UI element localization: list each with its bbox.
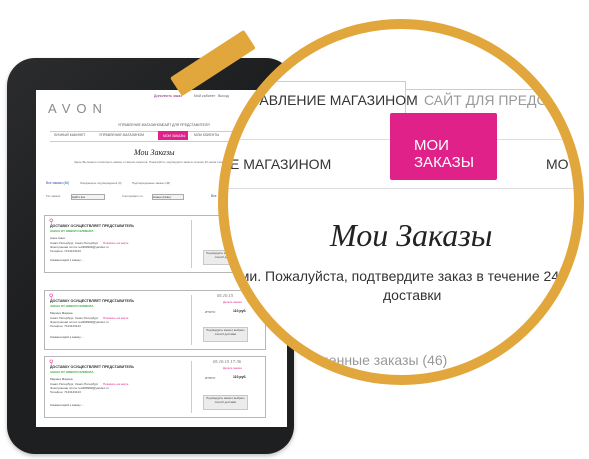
client-name: Марина Марина bbox=[50, 311, 73, 315]
order-comment: Комментарий к заказу: - bbox=[50, 403, 84, 407]
type-select[interactable]: Найти все bbox=[71, 194, 105, 200]
type-label: Тип заказа: bbox=[46, 194, 61, 198]
confirm-order-button[interactable]: Подтвердить заказ и выбрать способ доста… bbox=[203, 395, 248, 410]
order-date: 05.10.15 17:36 bbox=[213, 359, 241, 364]
order-total: 110 руб. bbox=[233, 375, 247, 379]
order-new-client: ЗАКАЗ ОТ НОВОГО КЛИЕНТА bbox=[50, 229, 94, 233]
sort-label: Сортировать по: bbox=[122, 194, 144, 198]
order-details-link[interactable]: Детали заказа bbox=[223, 367, 242, 370]
order-total: 110 руб. bbox=[233, 309, 247, 313]
total-label: ИТОГО: bbox=[205, 376, 216, 380]
order-card: ⚲ ДОСТАВКУ ОСУЩЕСТВЛЯЕТ ПРЕДСТАВИТЕЛЬ ЗА… bbox=[44, 356, 266, 418]
type-select-value: Найти все bbox=[72, 195, 86, 199]
client-name: Анна Анна bbox=[50, 236, 65, 240]
subtab-rep-site[interactable]: САЙТ ДЛЯ ПРЕДСТАВИТЕЛЯ bbox=[162, 123, 210, 127]
magnified-confirmed-link[interactable]: твержденные заказы (46) bbox=[282, 353, 447, 367]
card-divider bbox=[191, 361, 192, 413]
tab-my-orders[interactable]: МОИ ЗАКАЗЫ bbox=[158, 131, 188, 140]
filter-confirmed[interactable]: Подтвержденные заказы (46) bbox=[132, 182, 170, 185]
filter-pending[interactable]: Ожидающие подтверждения (0) bbox=[80, 182, 121, 185]
client-name: Марина Марина bbox=[50, 377, 73, 381]
order-card: ⚲ ДОСТАВКУ ОСУЩЕСТВЛЯЕТ ПРЕДСТАВИТЕЛЬ ЗА… bbox=[44, 290, 266, 350]
magnified-tab-my-orders[interactable]: МОИ ЗАКАЗЫ bbox=[390, 113, 497, 180]
magnified-intro-line2: доставки bbox=[383, 287, 442, 303]
order-new-client: ЗАКАЗ ОТ НОВОГО КЛИЕНТА bbox=[50, 304, 94, 308]
confirm-order-button[interactable]: Подтвердить заказ и выбрать способ доста… bbox=[203, 327, 248, 342]
tab-store-management[interactable]: УПРАВЛЕНИЕ МАГАЗИНОМ bbox=[99, 133, 144, 137]
card-divider bbox=[191, 220, 192, 268]
top-link-cabinet[interactable]: Мой кабинет bbox=[194, 94, 215, 99]
order-comment: Комментарий к заказу: - bbox=[50, 335, 84, 339]
confirm-order-label: Подтвердить заказ и выбрать способ доста… bbox=[206, 328, 245, 336]
avon-logo: AVON bbox=[48, 101, 108, 116]
card-divider bbox=[191, 295, 192, 345]
subtab-store-management[interactable]: УПРАВЛЕНИЕ МАГАЗИНОМ bbox=[118, 123, 163, 127]
total-label: ИТОГО: bbox=[205, 310, 216, 314]
magnified-intro-line1: ами. Пожалуйста, подтвердите заказ в теч… bbox=[232, 268, 584, 284]
filter-all-orders[interactable]: Все заказы (46) bbox=[46, 181, 69, 185]
order-new-client: ЗАКАЗ ОТ НОВОГО КЛИЕНТА bbox=[50, 370, 94, 374]
client-phone: Телефон: 7123123123 bbox=[50, 324, 81, 328]
magnified-tab-more[interactable]: МО bbox=[546, 157, 569, 171]
magnified-tab-my-orders-label: МОИ ЗАКАЗЫ bbox=[414, 137, 474, 171]
tab-my-clients[interactable]: МОИ КЛИЕНТЫ bbox=[194, 133, 219, 137]
filter-extra[interactable]: Все bbox=[211, 194, 217, 198]
magnifier-lens: УПРАВЛЕНИЕ МАГАЗИНОМ САЙТ ДЛЯ ПРЕДСТАВ Е… bbox=[218, 19, 584, 385]
client-phone: Телефон: 7123123123 bbox=[50, 390, 81, 394]
order-comment: Комментарий к заказу: - bbox=[50, 258, 84, 262]
sort-select[interactable]: Новые (Ново) bbox=[152, 194, 184, 200]
page-title: Мои Заказы bbox=[134, 148, 175, 157]
client-phone: Телефон: 7123123123 bbox=[50, 249, 81, 253]
tab-personal-cabinet[interactable]: ЛИЧНЫЙ КАБИНЕТ bbox=[54, 133, 85, 137]
confirm-order-label: Подтвердить заказ и выбрать способ доста… bbox=[206, 396, 245, 404]
magnified-subtab-store[interactable]: УПРАВЛЕНИЕ МАГАЗИНОМ bbox=[232, 93, 418, 107]
magnified-page-title: Мои Заказы bbox=[330, 217, 493, 253]
tab-my-orders-label: МОИ ЗАКАЗЫ bbox=[163, 134, 186, 138]
order-date: 05.10.15 bbox=[217, 293, 234, 298]
magnified-subtab-site[interactable]: САЙТ ДЛЯ ПРЕДСТАВ bbox=[424, 93, 573, 107]
magnified-tab-store[interactable]: Е МАГАЗИНОМ bbox=[230, 157, 331, 171]
sort-select-value: Новые (Ново) bbox=[153, 195, 171, 199]
order-details-link[interactable]: Детали заказа bbox=[223, 301, 242, 304]
top-link-add-order[interactable]: Дополнить заказ bbox=[154, 94, 182, 99]
